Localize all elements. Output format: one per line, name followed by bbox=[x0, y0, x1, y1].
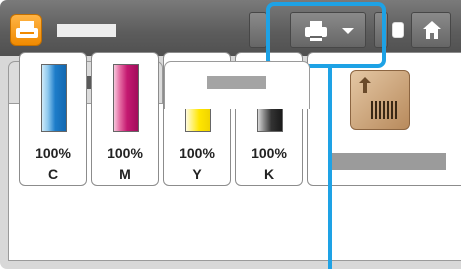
printer-app-icon bbox=[10, 14, 42, 46]
consumable-card-cyan: 100% C bbox=[19, 52, 87, 186]
magenta-ink-icon bbox=[113, 64, 139, 132]
tray-label bbox=[328, 153, 446, 170]
printer-status-window: 100% C 100% M 100% Y 100% K bbox=[0, 0, 461, 269]
magenta-name: M bbox=[119, 166, 131, 182]
cyan-name: C bbox=[47, 166, 59, 182]
paper-box-icon bbox=[350, 70, 410, 130]
tab-2-label bbox=[207, 76, 266, 89]
yellow-level: 100% bbox=[179, 145, 215, 161]
tab-2-selected[interactable] bbox=[164, 61, 310, 109]
cyan-level: 100% bbox=[35, 145, 71, 161]
toolbar-button-left[interactable] bbox=[249, 12, 267, 48]
black-level: 100% bbox=[251, 145, 287, 161]
consumable-card-magenta: 100% M bbox=[91, 52, 159, 186]
title-bar bbox=[0, 0, 461, 60]
home-button[interactable] bbox=[411, 12, 451, 48]
toolbar-indicator bbox=[392, 22, 404, 38]
home-icon bbox=[423, 21, 441, 39]
highlight-callout bbox=[266, 2, 386, 68]
black-name: K bbox=[263, 166, 275, 182]
magenta-level: 100% bbox=[107, 145, 143, 161]
yellow-name: Y bbox=[192, 166, 202, 182]
callout-leader-line bbox=[328, 68, 332, 269]
cyan-ink-icon bbox=[41, 64, 67, 132]
window-title bbox=[57, 24, 116, 37]
